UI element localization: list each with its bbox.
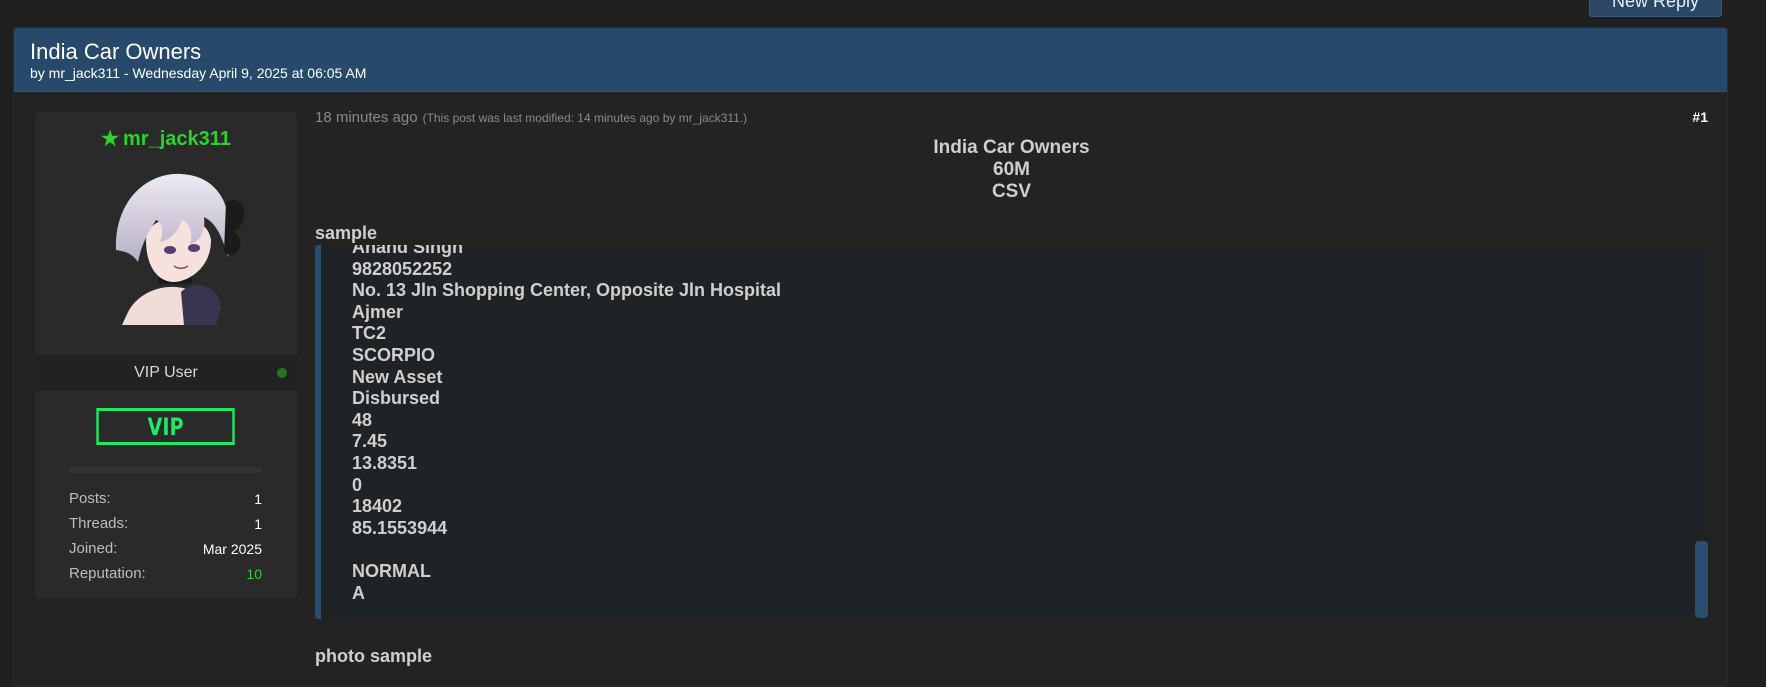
stat-label: Joined:	[69, 540, 118, 557]
stat-value: 1	[254, 515, 262, 532]
post-heading-block: India Car Owners 60M CSV	[315, 137, 1708, 203]
code-line: 48	[352, 409, 373, 430]
code-line: New Asset	[352, 366, 443, 387]
reputation-value[interactable]: 10	[246, 566, 262, 582]
code-line: SCORPIO	[352, 344, 436, 365]
code-line: 13.8351	[352, 452, 418, 473]
code-line: 85.1553944	[352, 517, 448, 538]
user-rank: VIP User	[35, 355, 297, 391]
post-modified-note: (This post was last modified: 14 minutes…	[422, 111, 748, 125]
post-heading-line: India Car Owners	[933, 137, 1090, 158]
thread-title: India Car Owners	[30, 39, 202, 64]
stat-value: 1	[254, 490, 262, 507]
online-status-icon	[277, 368, 287, 378]
stat-label: Threads:	[69, 515, 129, 532]
stat-joined: Joined: Mar 2025	[69, 536, 262, 561]
post-heading-line: 60M	[993, 159, 1030, 180]
code-line: NORMAL	[352, 560, 431, 581]
user-card: ★ mr_jack311 VIP User VIP Posts: 1 Threa…	[35, 112, 297, 598]
code-line: Anand Singh	[352, 245, 463, 257]
post-time-text[interactable]: 18 minutes ago	[315, 109, 418, 126]
thread-meta: by mr_jack311 - Wednesday April 9, 2025 …	[30, 65, 367, 81]
thread-header: India Car Owners by mr_jack311 - Wednesd…	[14, 28, 1727, 92]
stat-posts: Posts: 1	[69, 486, 262, 511]
sample-label: sample	[315, 223, 378, 243]
post-number-link[interactable]: #1	[1692, 109, 1708, 125]
stat-label: Posts:	[69, 490, 111, 507]
code-content: Anand Singh 9828052252 No. 13 Jln Shoppi…	[352, 245, 781, 604]
code-line: 7.45	[352, 431, 388, 452]
star-icon: ★	[101, 128, 120, 150]
username-text[interactable]: mr_jack311	[123, 128, 231, 150]
stat-label: Reputation:	[69, 565, 146, 582]
code-line: Disbursed	[352, 388, 441, 409]
stat-threads: Threads: 1	[69, 511, 262, 536]
code-line: 9828052252	[352, 258, 453, 279]
rank-progress-bar	[69, 467, 262, 473]
code-scroll-thumb[interactable]	[1695, 541, 1708, 618]
stat-value: Mar 2025	[202, 540, 262, 557]
code-line: No. 13 Jln Shopping Center, Opposite Jln…	[352, 280, 782, 301]
code-line: Ajmer	[352, 301, 404, 322]
rank-label: VIP User	[134, 364, 198, 381]
vip-badge: VIP	[96, 408, 235, 445]
post-timestamp: 18 minutes ago (This post was last modifi…	[315, 109, 747, 126]
avatar[interactable]	[86, 162, 251, 325]
code-line: 18402	[352, 496, 403, 517]
user-stats: Posts: 1 Threads: 1 Joined: Mar 2025 Rep…	[69, 486, 262, 586]
post-heading-line: CSV	[991, 181, 1032, 202]
username-link[interactable]: ★ mr_jack311	[35, 126, 297, 151]
photo-sample-label: photo sample	[315, 646, 433, 666]
code-line: 0	[352, 474, 363, 495]
code-scrollbar[interactable]	[1695, 245, 1708, 619]
code-line: TC2	[352, 323, 387, 344]
new-reply-button[interactable]: New Reply	[1589, 0, 1722, 17]
rank-progress-fill	[69, 467, 262, 473]
code-line: A	[352, 582, 365, 603]
stat-reputation: Reputation: 10	[69, 561, 262, 586]
code-block[interactable]: Anand Singh 9828052252 No. 13 Jln Shoppi…	[315, 245, 1708, 619]
